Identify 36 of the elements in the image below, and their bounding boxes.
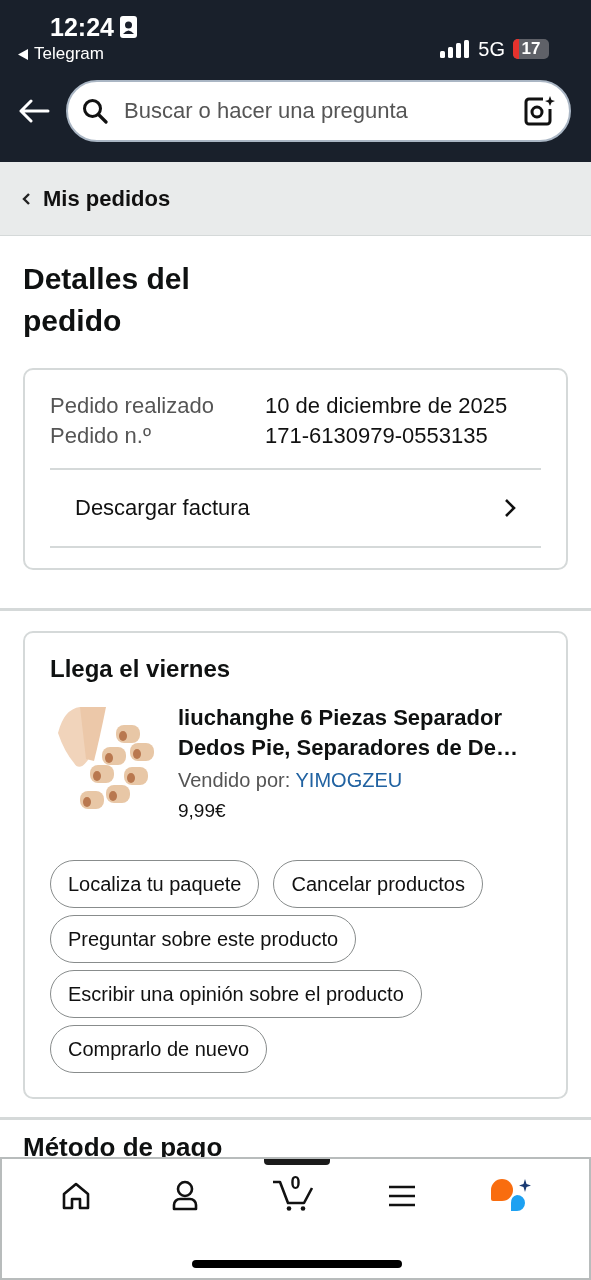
- battery-indicator: 17: [513, 39, 549, 59]
- action-button[interactable]: Localiza tu paquete: [50, 860, 260, 908]
- action-button[interactable]: Cancelar productos: [273, 860, 483, 908]
- delivery-heading: Llega el viernes: [50, 655, 232, 683]
- invoice-link[interactable]: Descargar factura: [50, 470, 541, 548]
- order-value: 171-6130979-0553135: [265, 422, 488, 450]
- network-type: 5G: [478, 37, 505, 61]
- back-app-link[interactable]: Telegram: [34, 44, 104, 64]
- menu-icon[interactable]: [388, 1184, 417, 1208]
- product-title[interactable]: liuchanghe 6 Piezas Separador Dedos Pie, Separadores de De…: [178, 703, 541, 763]
- drag-handle[interactable]: [264, 1159, 330, 1165]
- chevron-right-icon: [504, 498, 516, 518]
- home-icon[interactable]: [61, 1182, 92, 1210]
- chat-bubbles-icon[interactable]: [490, 1178, 531, 1214]
- status-time: 12:24: [50, 12, 114, 42]
- cart-count: 0: [290, 1173, 301, 1194]
- seller-line: Vendido por: YIMOGZEU: [178, 769, 404, 792]
- back-arrow-icon[interactable]: [18, 99, 50, 123]
- search-field[interactable]: Buscar o hacer una pregunta: [66, 80, 571, 142]
- seller-link[interactable]: YIMOGZEU: [295, 769, 403, 791]
- product-price: 9,99€: [178, 800, 227, 822]
- camera-icon[interactable]: [523, 95, 555, 127]
- order-value: 10 de diciembre de 2025: [265, 392, 508, 420]
- order-label: Pedido realizado: [50, 392, 215, 420]
- action-button[interactable]: Escribir una opinión sobre el producto: [50, 970, 422, 1018]
- chevron-left-icon[interactable]: [22, 191, 31, 206]
- page-title: Detalles del pedido: [23, 261, 191, 339]
- action-button[interactable]: Preguntar sobre este producto: [50, 915, 357, 963]
- action-button[interactable]: Comprarlo de nuevo: [50, 1025, 268, 1073]
- order-label: Pedido n.º: [50, 422, 152, 450]
- breadcrumb-link[interactable]: Mis pedidos: [43, 185, 171, 212]
- signal-icon: [440, 40, 471, 58]
- back-triangle-icon[interactable]: [18, 48, 28, 60]
- person-icon[interactable]: [170, 1180, 199, 1212]
- contact-card-icon: [119, 16, 137, 38]
- search-icon: [82, 98, 108, 124]
